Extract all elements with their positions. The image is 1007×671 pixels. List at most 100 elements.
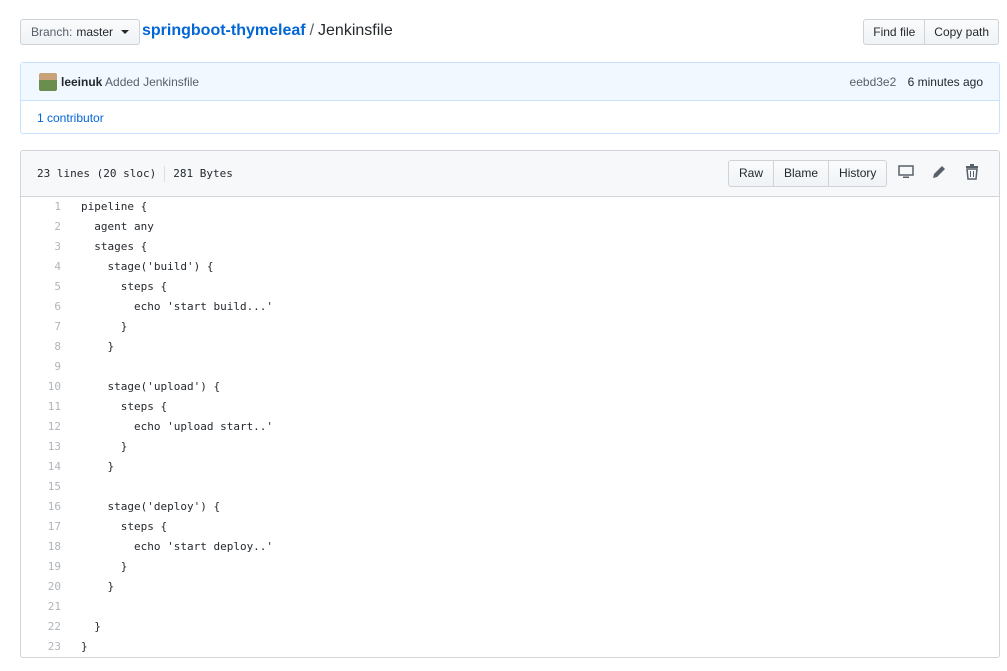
raw-button[interactable]: Raw: [728, 160, 775, 187]
breadcrumb-separator: /: [309, 22, 315, 39]
code-line: 21: [21, 597, 999, 617]
line-number[interactable]: 18: [21, 537, 61, 557]
line-content: }: [81, 320, 128, 333]
line-number[interactable]: 23: [21, 637, 61, 657]
caret-down-icon: [121, 30, 130, 34]
code-line: 13 }: [21, 437, 999, 457]
line-number[interactable]: 3: [21, 237, 61, 257]
file-info-divider: [164, 166, 166, 182]
desktop-icon[interactable]: [897, 164, 915, 182]
line-number[interactable]: 10: [21, 377, 61, 397]
line-number[interactable]: 2: [21, 217, 61, 237]
commit-time: 6 minutes ago: [907, 75, 983, 89]
file-viewer: 23 lines (20 sloc) 281 Bytes Raw Blame Hi…: [20, 150, 1000, 658]
branch-name: master: [76, 25, 114, 39]
line-content: agent any: [81, 220, 154, 233]
code-listing: 1 pipeline {2 agent any 3 stages {4 stage(…: [21, 197, 999, 657]
code-line: 8 }: [21, 337, 999, 357]
code-line: 17 steps {: [21, 517, 999, 537]
code-line: 4 stage('build') {: [21, 257, 999, 277]
file-navigation: Branch: master springboot-thymeleaf / Jenk…: [0, 0, 1007, 62]
line-number[interactable]: 12: [21, 417, 61, 437]
repo-link[interactable]: springboot-thymeleaf: [142, 22, 306, 39]
code-line: 20 }: [21, 577, 999, 597]
line-number[interactable]: 13: [21, 437, 61, 457]
code-line: 23}: [21, 637, 999, 657]
commit-meta: eebd3e2 6 minutes ago: [850, 75, 983, 89]
commit-author[interactable]: leeinuk: [61, 75, 102, 89]
file-nav-buttons: Find file Copy path: [863, 19, 999, 45]
avatar[interactable]: [39, 73, 57, 91]
line-content: }: [81, 460, 115, 473]
breadcrumb: springboot-thymeleaf / Jenkinsfile: [142, 22, 393, 40]
code-line: 12 echo 'upload start..': [21, 417, 999, 437]
commit-author-line: leeinuk Added Jenkinsfile: [61, 75, 199, 89]
line-content: echo 'start deploy..': [81, 540, 274, 553]
find-file-button[interactable]: Find file: [863, 19, 926, 45]
commit-sha[interactable]: eebd3e2: [850, 75, 897, 89]
file-name: Jenkinsfile: [318, 22, 393, 39]
commit-message[interactable]: Added Jenkinsfile: [105, 75, 199, 89]
line-content: steps {: [81, 280, 168, 293]
line-content: echo 'start build...': [81, 300, 274, 313]
line-content: stages {: [81, 240, 148, 253]
line-number[interactable]: 8: [21, 337, 61, 357]
file-actions: Raw Blame History: [728, 160, 888, 187]
code-line: 11 steps {: [21, 397, 999, 417]
pencil-icon[interactable]: [930, 164, 948, 182]
code-line: 3 stages {: [21, 237, 999, 257]
code-line: 6 echo 'start build...': [21, 297, 999, 317]
latest-commit: leeinuk Added Jenkinsfile eebd3e2 6 minu…: [21, 63, 999, 101]
line-content: }: [81, 560, 128, 573]
code-line: 14 }: [21, 457, 999, 477]
code-line: 7 }: [21, 317, 999, 337]
line-number[interactable]: 15: [21, 477, 61, 497]
line-content: }: [81, 340, 115, 353]
file-lines-info: 23 lines (20 sloc): [37, 167, 157, 180]
code-line: 22 }: [21, 617, 999, 637]
line-number[interactable]: 9: [21, 357, 61, 377]
line-number[interactable]: 1: [21, 197, 61, 217]
line-content: echo 'upload start..': [81, 420, 274, 433]
code-line: 5 steps {: [21, 277, 999, 297]
line-number[interactable]: 20: [21, 577, 61, 597]
code-line: 10 stage('upload') {: [21, 377, 999, 397]
line-number[interactable]: 6: [21, 297, 61, 317]
line-content: }: [81, 640, 88, 653]
line-content: pipeline {: [81, 200, 148, 213]
line-content: stage('deploy') {: [81, 500, 221, 513]
line-content: steps {: [81, 400, 168, 413]
line-number[interactable]: 19: [21, 557, 61, 577]
blame-button[interactable]: Blame: [774, 160, 830, 187]
line-content: steps {: [81, 520, 168, 533]
code-line: 15: [21, 477, 999, 497]
code-line: 18 echo 'start deploy..': [21, 537, 999, 557]
code-line: 9: [21, 357, 999, 377]
line-number[interactable]: 4: [21, 257, 61, 277]
line-number[interactable]: 21: [21, 597, 61, 617]
line-content: }: [81, 440, 128, 453]
code-line: 19 }: [21, 557, 999, 577]
code-line: 16 stage('deploy') {: [21, 497, 999, 517]
contributors-link[interactable]: 1 contributor: [37, 111, 104, 125]
line-number[interactable]: 11: [21, 397, 61, 417]
line-number[interactable]: 16: [21, 497, 61, 517]
line-content: }: [81, 620, 101, 633]
trash-icon[interactable]: [963, 164, 981, 182]
code-line: 1 pipeline {: [21, 197, 999, 217]
branch-selector-button[interactable]: Branch: master: [20, 19, 141, 45]
line-number[interactable]: 22: [21, 617, 61, 637]
line-number[interactable]: 7: [21, 317, 61, 337]
file-size: 281 Bytes: [173, 167, 233, 180]
history-button[interactable]: History: [829, 160, 888, 187]
line-content: }: [81, 580, 115, 593]
line-number[interactable]: 17: [21, 517, 61, 537]
code-line: 2 agent any: [21, 217, 999, 237]
copy-path-button[interactable]: Copy path: [925, 19, 999, 45]
line-number[interactable]: 14: [21, 457, 61, 477]
commit-tease: leeinuk Added Jenkinsfile eebd3e2 6 minu…: [20, 62, 1000, 134]
file-info: 23 lines (20 sloc) 281 Bytes: [37, 166, 233, 182]
line-content: stage('upload') {: [81, 380, 221, 393]
branch-prefix-label: Branch:: [31, 25, 73, 39]
line-number[interactable]: 5: [21, 277, 61, 297]
